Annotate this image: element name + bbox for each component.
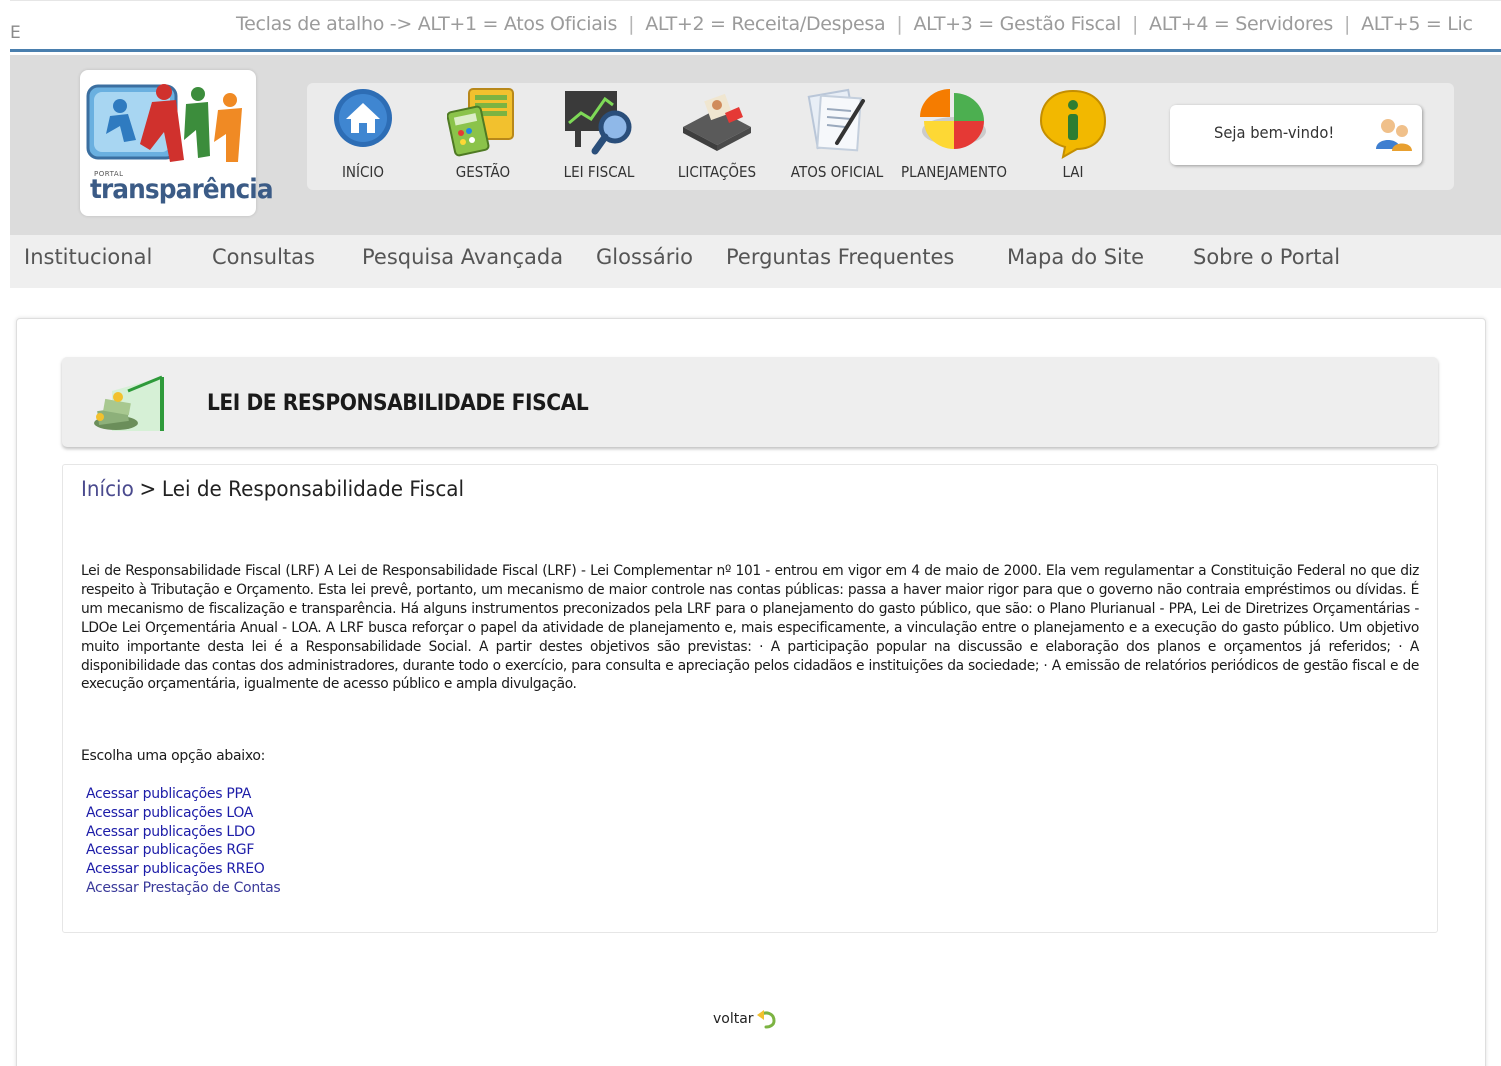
page-title: LEI DE RESPONSABILIDADE FISCAL <box>207 391 589 416</box>
nav-licitacoes-label: LICITAÇÕES <box>677 163 757 181</box>
briefcase-icon <box>683 93 751 151</box>
nav-lai-label: LAI <box>1062 163 1084 181</box>
logo-big-text: transparência <box>90 174 274 205</box>
nav-inicio-label: INÍCIO <box>341 163 385 181</box>
portal-logo[interactable]: PORTAL transparência <box>80 70 274 216</box>
breadcrumb-home-link[interactable]: Início <box>81 477 134 501</box>
document-pen-icon <box>807 88 865 152</box>
shortcut-letter: E <box>10 23 21 43</box>
link-prestacao-de-contas[interactable]: Acessar Prestação de Contas <box>86 879 281 898</box>
info-icon <box>1039 89 1107 159</box>
page: E Teclas de atalho -> ALT+1 = Atos Ofici… <box>0 0 1501 1066</box>
nav-planejamento[interactable]: PLANEJAMENTO <box>901 87 1007 187</box>
menu-mapa-do-site[interactable]: Mapa do Site <box>1007 245 1144 269</box>
menu-glossario[interactable]: Glossário <box>596 245 693 269</box>
shortcut-bar: E Teclas de atalho -> ALT+1 = Atos Ofici… <box>10 0 1501 52</box>
chart-magnifier-icon <box>565 91 632 155</box>
nav-lei-fiscal[interactable]: LEI FISCAL <box>561 87 637 187</box>
users-icon <box>1376 119 1412 151</box>
nav-planejamento-label: PLANEJAMENTO <box>901 163 1007 181</box>
home-icon <box>334 89 392 147</box>
menu-pesquisa-avancada[interactable]: Pesquisa Avançada <box>362 245 563 269</box>
welcome-box[interactable]: Seja bem-vindo! <box>1170 105 1422 165</box>
link-rreo[interactable]: Acessar publicações RREO <box>86 860 280 879</box>
nav-licitacoes[interactable]: LICITAÇÕES <box>677 87 757 187</box>
shortcut-atos: Teclas de atalho -> ALT+1 = Atos Oficiai… <box>236 13 618 35</box>
menu-perguntas-frequentes[interactable]: Perguntas Frequentes <box>726 245 954 269</box>
content-panel: Início > Lei de Responsabilidade Fiscal Le… <box>62 464 1438 933</box>
shortcut-gestao: ALT+3 = Gestão Fiscal <box>913 13 1121 35</box>
nav-lei-fiscal-label: LEI FISCAL <box>563 163 635 181</box>
money-chart-icon <box>94 375 164 431</box>
pie-chart-icon <box>920 89 986 149</box>
menu-sobre-o-portal[interactable]: Sobre o Portal <box>1193 245 1340 269</box>
page-title-bar: LEI DE RESPONSABILIDADE FISCAL <box>62 357 1438 447</box>
shortcut-servidores: ALT+4 = Servidores <box>1149 13 1333 35</box>
back-arrow-icon <box>756 1010 776 1029</box>
choose-option-label: Escolha uma opção abaixo: <box>81 748 266 764</box>
content-card: LEI DE RESPONSABILIDADE FISCAL Início > Le… <box>16 318 1486 1066</box>
shortcut-receita: ALT+2 = Receita/Despesa <box>645 13 886 35</box>
breadcrumb-separator: > <box>139 477 157 501</box>
link-loa[interactable]: Acessar publicações LOA <box>86 804 280 823</box>
nav-inicio[interactable]: INÍCIO <box>331 87 395 187</box>
lrf-description: Lei de Responsabilidade Fiscal (LRF) A L… <box>81 563 1419 693</box>
nav-lai[interactable]: LAI <box>1037 87 1109 187</box>
link-rgf[interactable]: Acessar publicações RGF <box>86 841 280 860</box>
header: PORTAL transparência INÍCIO GESTÃO LEI F… <box>10 55 1501 235</box>
nav-gestao[interactable]: GESTÃO <box>447 87 519 187</box>
shortcut-licitacoes: ALT+5 = Lic <box>1361 13 1473 35</box>
logo-figures-icon <box>86 84 242 162</box>
main-menu: Institucional Consultas Pesquisa Avançad… <box>10 235 1501 288</box>
link-ldo[interactable]: Acessar publicações LDO <box>86 823 280 842</box>
breadcrumb: Início > Lei de Responsabilidade Fiscal <box>81 477 464 501</box>
back-link[interactable]: voltar <box>713 1009 778 1029</box>
back-link-label: voltar <box>713 1011 754 1027</box>
publication-links: Acessar publicações PPA Acessar publicaç… <box>86 785 281 898</box>
nav-atos-oficial-label: ATOS OFICIAL <box>790 163 884 181</box>
menu-consultas[interactable]: Consultas <box>212 245 315 269</box>
breadcrumb-current: Lei de Responsabilidade Fiscal <box>161 477 465 501</box>
nav-atos-oficial[interactable]: ATOS OFICIAL <box>791 87 883 187</box>
menu-institucional[interactable]: Institucional <box>24 245 152 269</box>
shortcut-text: Teclas de atalho -> ALT+1 = Atos Oficiai… <box>236 13 1473 35</box>
nav-gestao-label: GESTÃO <box>455 163 511 181</box>
welcome-text: Seja bem-vindo! <box>1214 123 1335 142</box>
link-ppa[interactable]: Acessar publicações PPA <box>86 785 280 804</box>
calculator-icon <box>447 88 514 157</box>
